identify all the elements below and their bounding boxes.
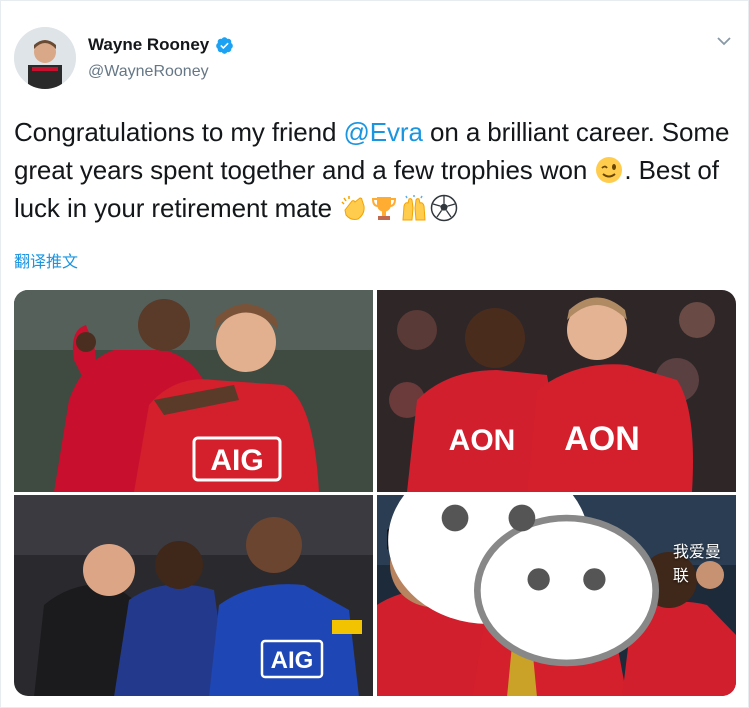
watermark-text: 我爱曼联 — [672, 544, 721, 586]
chevron-down-icon[interactable] — [716, 33, 732, 49]
media-grid: AIG AON AON AIG 我爱曼联 — [14, 290, 736, 696]
winking-face-icon — [596, 157, 623, 183]
raising-hands-icon — [402, 195, 426, 221]
trophy-icon — [372, 197, 397, 220]
clapping-hands-icon — [341, 196, 365, 220]
photo-evra-rooney-embrace[interactable]: AON AON — [377, 290, 736, 492]
wechat-icon — [388, 495, 660, 667]
translate-tweet-link[interactable]: 翻译推文 — [14, 248, 78, 272]
photo-evra-rooney-celebration[interactable]: AIG — [14, 290, 373, 492]
tweet-text: Congratulations to my friend @Evra on a … — [14, 113, 742, 227]
watermark: 我爱曼联 — [377, 495, 726, 685]
photo-rooney-evra-ferdinand-blue-kit[interactable]: AIG — [14, 495, 373, 696]
avatar[interactable] — [14, 27, 76, 89]
tweet-card: Wayne Rooney @WayneRooney Congratulation… — [0, 0, 749, 708]
author-name[interactable]: Wayne Rooney — [88, 35, 209, 55]
shirt-sponsor-text: AON — [564, 420, 640, 458]
author-handle[interactable]: @WayneRooney — [88, 63, 209, 81]
soccer-ball-icon — [430, 194, 458, 222]
mention-link[interactable]: @Evra — [344, 117, 423, 147]
tweet-text-part1: Congratulations to my friend — [14, 117, 344, 147]
photo-tevez-rooney-evra-trophy[interactable]: 我爱曼联 — [377, 495, 736, 696]
verified-badge-icon — [216, 36, 234, 54]
shirt-sponsor-text: AIG — [210, 444, 263, 477]
author-name-row: Wayne Rooney — [88, 35, 234, 55]
shirt-sponsor-text: AIG — [271, 647, 314, 674]
shirt-sponsor-text: AON — [449, 424, 516, 457]
